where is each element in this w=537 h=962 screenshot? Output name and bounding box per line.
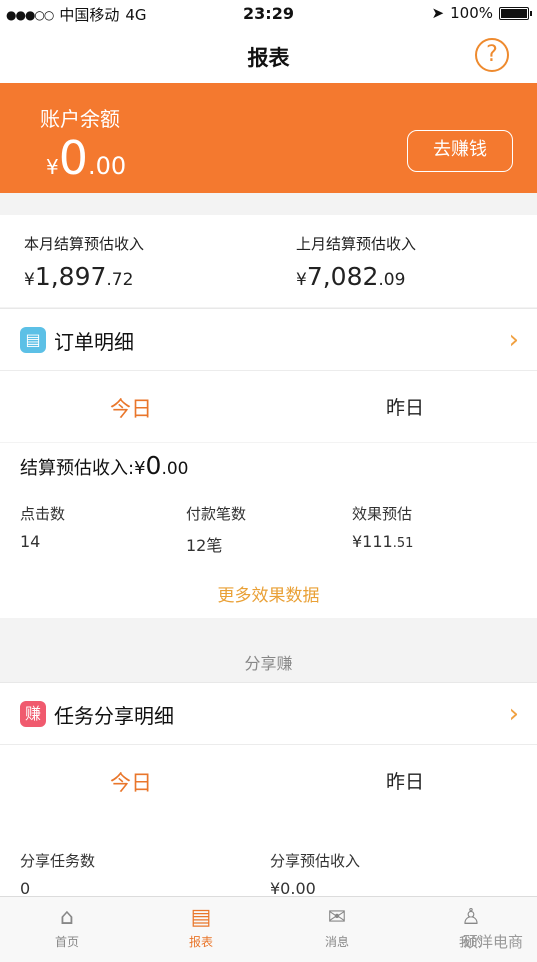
balance-decimal: .00 bbox=[88, 152, 127, 180]
share-detail-title: 任务分享明细 bbox=[54, 704, 174, 728]
settle-label: 结算预估收入: bbox=[20, 458, 135, 479]
battery-percent: 100% bbox=[450, 4, 493, 22]
settle-estimate: 结算预估收入:¥0.00 bbox=[20, 451, 188, 480]
tabbar-label: 消息 bbox=[324, 935, 349, 949]
tabbar-label: 报表 bbox=[188, 935, 213, 949]
balance-amount: ¥0.00 bbox=[46, 131, 126, 185]
last-month-decimal: .09 bbox=[378, 270, 406, 290]
tab-yesterday[interactable]: 昨日 bbox=[386, 767, 424, 794]
share-section-label: 分享赚 bbox=[244, 654, 293, 673]
report-icon: ▤ bbox=[190, 905, 212, 930]
page-title: 报表 bbox=[247, 46, 290, 70]
this-month-decimal: .72 bbox=[106, 270, 134, 290]
battery-icon bbox=[499, 6, 532, 20]
status-bar: ●●●○○ 中国移动 4G 23:29 ➤ 100% bbox=[0, 0, 537, 28]
this-month-value: ¥1,897.72 bbox=[24, 262, 144, 291]
stat-share-tasks: 分享任务数 0 bbox=[20, 850, 95, 898]
tabbar-messages[interactable]: ✉ 消息 bbox=[302, 905, 372, 950]
share-detail-row[interactable]: 赚 任务分享明细 › bbox=[0, 682, 537, 744]
currency-symbol: ¥ bbox=[296, 270, 307, 290]
order-detail-title: 订单明细 bbox=[54, 330, 134, 354]
tab-today[interactable]: 今日 bbox=[110, 767, 152, 797]
stat-label: 效果预估 bbox=[352, 505, 413, 523]
stat-payments: 付款笔数 12笔 bbox=[186, 503, 246, 556]
last-month-integer: 7,082 bbox=[306, 262, 379, 291]
settle-integer: 0 bbox=[145, 451, 162, 480]
earn-money-button[interactable]: 去赚钱 bbox=[407, 130, 513, 172]
stat-share-income: 分享预估收入 ¥0.00 bbox=[270, 850, 360, 898]
mail-icon: ✉ bbox=[327, 905, 347, 930]
monthly-income-card: 本月结算预估收入 ¥1,897.72 上月结算预估收入 ¥7,082.09 bbox=[0, 215, 537, 307]
this-month-integer: 1,897 bbox=[34, 262, 107, 291]
stat-value: 12笔 bbox=[186, 536, 223, 555]
last-month-value: ¥7,082.09 bbox=[296, 262, 416, 291]
tabbar-report[interactable]: ▤ 报表 bbox=[166, 905, 236, 950]
last-month-label: 上月结算预估收入 bbox=[296, 235, 417, 253]
currency-symbol: ¥ bbox=[46, 155, 59, 179]
order-summary: 结算预估收入:¥0.00 点击数 14 付款笔数 12笔 效果预估 ¥111.5… bbox=[0, 443, 537, 618]
last-month-income: 上月结算预估收入 ¥7,082.09 bbox=[296, 233, 416, 291]
currency-symbol: ¥ bbox=[134, 458, 146, 479]
this-month-label: 本月结算预估收入 bbox=[24, 235, 145, 253]
stat-value: ¥111.51 bbox=[352, 532, 413, 551]
stat-clicks: 点击数 14 bbox=[20, 503, 65, 551]
chevron-right-icon: › bbox=[508, 699, 519, 729]
more-effect-data-link[interactable]: 更多效果数据 bbox=[0, 581, 537, 606]
balance-banner: 账户余额 ¥0.00 去赚钱 bbox=[0, 83, 537, 193]
earn-tag-icon: 赚 bbox=[20, 701, 46, 727]
effect-integer: ¥111 bbox=[352, 532, 393, 551]
balance-label: 账户余额 bbox=[40, 107, 120, 131]
location-icon: ➤ bbox=[431, 4, 445, 22]
tabbar-label: 首页 bbox=[54, 935, 79, 949]
effect-decimal: .51 bbox=[392, 536, 414, 551]
order-list-icon: ▤ bbox=[20, 327, 46, 353]
watermark: 硕洋电商 bbox=[462, 933, 523, 951]
currency-symbol: ¥ bbox=[24, 270, 35, 290]
stat-label: 分享预估收入 bbox=[270, 852, 361, 870]
nav-bar: 报表 ? bbox=[0, 28, 537, 83]
stat-label: 分享任务数 bbox=[20, 852, 96, 870]
help-icon[interactable]: ? bbox=[475, 38, 509, 72]
this-month-income: 本月结算预估收入 ¥1,897.72 bbox=[24, 233, 144, 291]
balance-integer: 0 bbox=[58, 131, 89, 185]
share-summary: 分享任务数 0 分享预估收入 ¥0.00 bbox=[0, 816, 537, 898]
share-tabs: 今日 昨日 bbox=[0, 744, 537, 816]
stat-effect-estimate: 效果预估 ¥111.51 bbox=[352, 503, 413, 551]
tab-yesterday[interactable]: 昨日 bbox=[386, 393, 424, 420]
tab-today[interactable]: 今日 bbox=[110, 393, 152, 423]
home-icon: ⌂ bbox=[60, 905, 74, 930]
profile-icon: ♙ bbox=[461, 905, 481, 930]
tabbar-home[interactable]: ⌂ 首页 bbox=[32, 905, 102, 950]
stat-label: 付款笔数 bbox=[186, 505, 247, 523]
order-tabs: 今日 昨日 bbox=[0, 370, 537, 442]
stat-value: 14 bbox=[20, 532, 41, 551]
bottom-tab-bar: ⌂ 首页 ▤ 报表 ✉ 消息 ♙ 我的 硕洋电商 bbox=[0, 896, 537, 962]
chevron-right-icon: › bbox=[508, 325, 519, 355]
order-detail-row[interactable]: ▤ 订单明细 › bbox=[0, 308, 537, 370]
settle-decimal: .00 bbox=[161, 459, 189, 479]
status-right: ➤ 100% bbox=[431, 4, 532, 22]
stat-label: 点击数 bbox=[20, 505, 66, 523]
